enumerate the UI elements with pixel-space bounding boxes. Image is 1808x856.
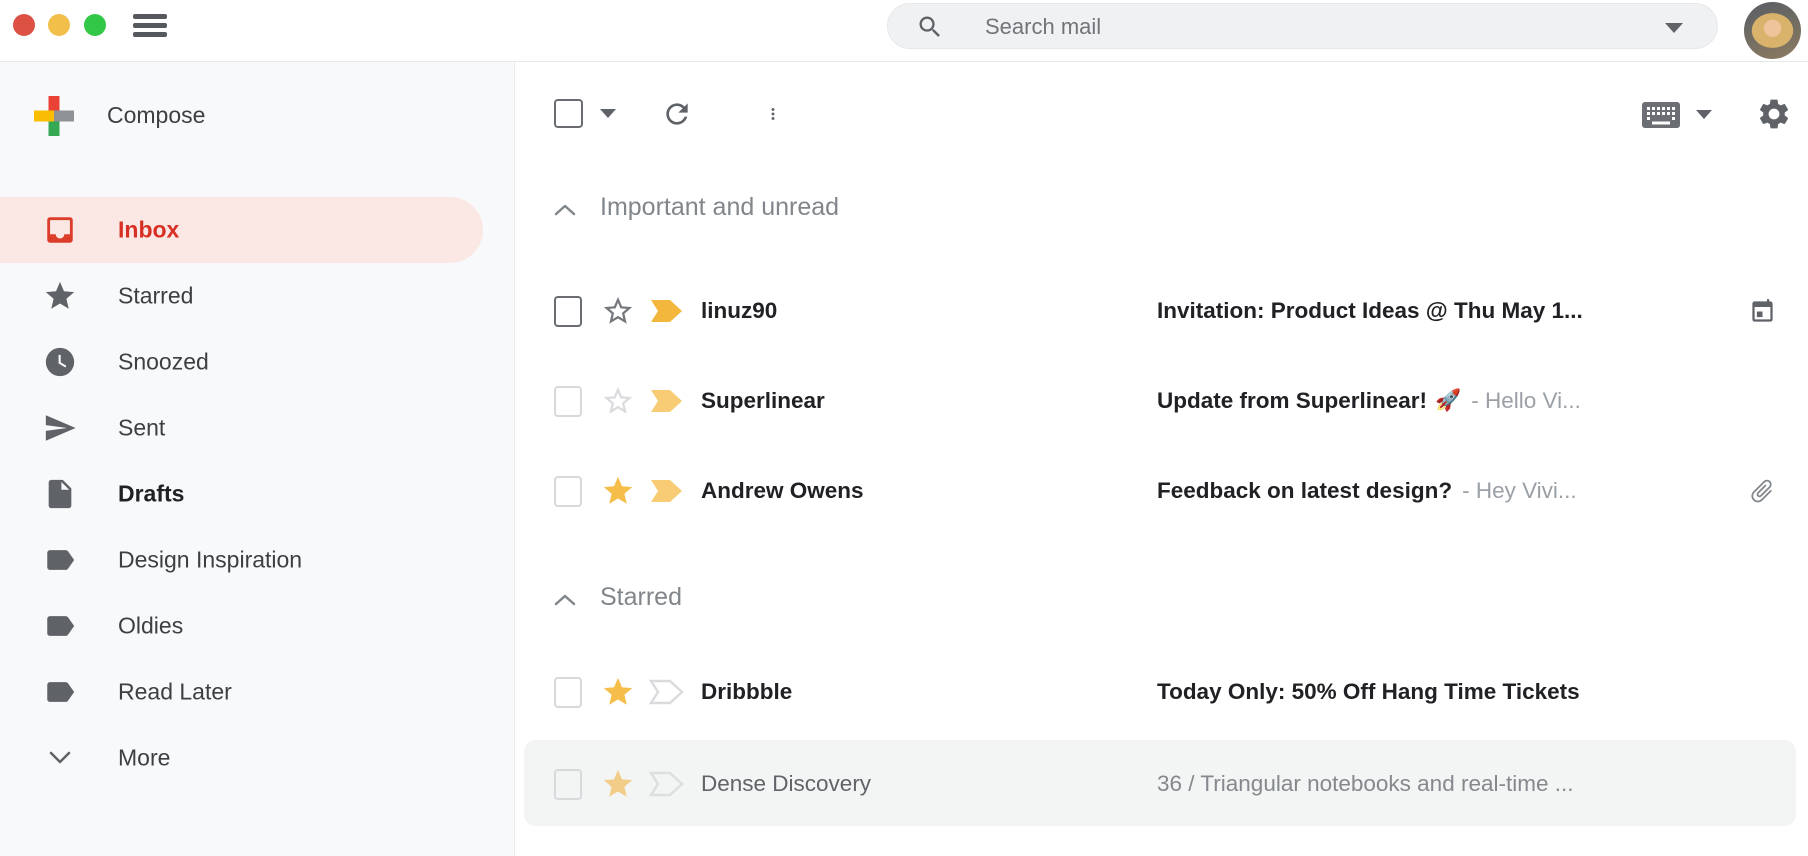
sidebar-item-more[interactable]: More [0, 725, 515, 791]
star-filled-icon[interactable] [601, 767, 635, 801]
label-tag-icon [43, 543, 77, 577]
email-row[interactable]: linuz90 Invitation: Product Ideas @ Thu … [516, 266, 1808, 356]
email-row[interactable]: Superlinear Update from Superlinear! 🚀 -… [516, 356, 1808, 446]
sidebar-item-drafts[interactable]: Drafts [0, 461, 515, 527]
refresh-icon[interactable] [661, 98, 693, 130]
sidebar-item-design-inspiration[interactable]: Design Inspiration [0, 527, 515, 593]
chevron-up-icon[interactable] [554, 593, 576, 607]
row-checkbox[interactable] [554, 296, 582, 327]
sidebar-nav: Inbox Starred Snoozed Sent [0, 197, 515, 791]
importance-marker-outline-icon[interactable] [649, 771, 685, 797]
zoom-button[interactable] [84, 14, 106, 36]
search-input[interactable] [983, 9, 1527, 45]
clock-icon [43, 345, 77, 379]
section-title: Important and unread [600, 193, 839, 222]
overflow-menu-icon[interactable] [764, 99, 782, 129]
minimize-button[interactable] [48, 14, 70, 36]
sidebar-item-oldies[interactable]: Oldies [0, 593, 515, 659]
email-row[interactable]: Dribbble Today Only: 50% Off Hang Time T… [516, 648, 1808, 736]
compose-plus-icon [34, 96, 74, 136]
importance-marker-icon[interactable] [649, 388, 685, 414]
hamburger-menu-icon[interactable] [133, 14, 167, 37]
user-avatar[interactable] [1744, 2, 1801, 59]
select-all-checkbox[interactable] [554, 99, 583, 128]
star-outline-icon[interactable] [601, 384, 635, 418]
select-options-caret-icon[interactable] [600, 109, 616, 118]
sidebar-item-snoozed[interactable]: Snoozed [0, 329, 515, 395]
compose-button[interactable]: Compose [0, 90, 515, 142]
section-title: Starred [600, 583, 682, 612]
sidebar-item-inbox[interactable]: Inbox [0, 197, 515, 263]
email-row[interactable]: Andrew Owens Feedback on latest design? … [516, 446, 1808, 536]
search-bar[interactable] [887, 3, 1718, 49]
email-subject: Feedback on latest design? - Hey Vivi... [1157, 478, 1736, 504]
star-filled-icon[interactable] [601, 675, 635, 709]
email-subject: 36 / Triangular notebooks and real-time … [1157, 771, 1808, 797]
rocket-emoji: 🚀 [1435, 389, 1461, 413]
sidebar-item-starred[interactable]: Starred [0, 263, 515, 329]
row-checkbox[interactable] [554, 677, 582, 708]
email-subject: Today Only: 50% Off Hang Time Tickets [1157, 679, 1808, 705]
importance-marker-outline-icon[interactable] [649, 679, 685, 705]
row-checkbox[interactable] [554, 386, 582, 417]
paperclip-icon [1742, 471, 1782, 511]
list-toolbar [516, 90, 1808, 140]
star-outline-icon[interactable] [601, 294, 635, 328]
settings-gear-icon[interactable] [1756, 96, 1792, 132]
calendar-icon [1749, 298, 1776, 325]
chevron-up-icon[interactable] [554, 203, 576, 217]
top-header [0, 0, 1808, 62]
row-checkbox[interactable] [554, 476, 582, 507]
importance-marker-icon[interactable] [649, 298, 685, 324]
star-filled-icon[interactable] [601, 474, 635, 508]
input-tools-keyboard-icon[interactable] [1642, 102, 1680, 128]
importance-marker-icon[interactable] [649, 478, 685, 504]
close-button[interactable] [13, 14, 35, 36]
section-starred: Starred [516, 572, 1808, 628]
sidebar: Compose Inbox Starred [0, 62, 515, 856]
mail-list-pane: Important and unread linuz90 Invitation:… [516, 62, 1808, 856]
email-sender: linuz90 [701, 298, 1157, 324]
email-subject: Invitation: Product Ideas @ Thu May 1... [1157, 298, 1737, 324]
email-sender: Dribbble [701, 679, 1157, 705]
paper-plane-icon [43, 411, 77, 445]
section-important-and-unread: Important and unread [516, 182, 1808, 238]
search-icon [916, 13, 944, 41]
sidebar-item-sent[interactable]: Sent [0, 395, 515, 461]
chevron-down-icon [48, 750, 72, 766]
email-sender: Superlinear [701, 388, 1157, 414]
email-row-read[interactable]: Dense Discovery 36 / Triangular notebook… [516, 740, 1808, 828]
inbox-icon [43, 213, 77, 247]
email-sender: Dense Discovery [701, 771, 1157, 797]
email-subject: Update from Superlinear! 🚀 - Hello Vi... [1157, 388, 1808, 414]
row-checkbox[interactable] [554, 769, 582, 800]
search-options-caret-icon[interactable] [1665, 23, 1683, 33]
star-icon [43, 279, 77, 313]
input-tools-caret-icon[interactable] [1696, 110, 1712, 119]
sidebar-item-read-later[interactable]: Read Later [0, 659, 515, 725]
file-icon [43, 477, 77, 511]
compose-label: Compose [107, 102, 205, 129]
gmail-window: Compose Inbox Starred [0, 0, 1808, 856]
label-tag-icon [43, 675, 77, 709]
email-sender: Andrew Owens [701, 478, 1157, 504]
label-tag-icon [43, 609, 77, 643]
